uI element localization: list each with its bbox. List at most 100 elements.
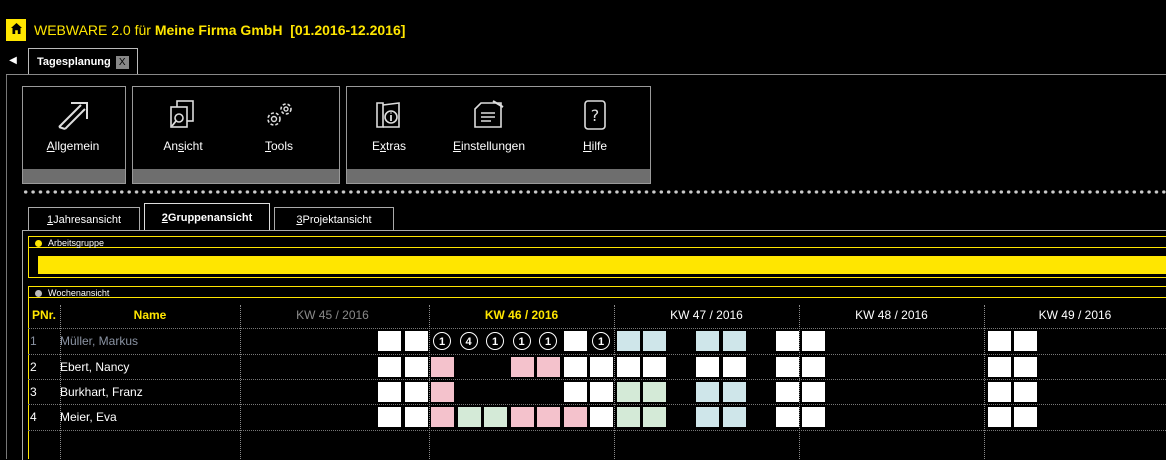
documents-icon	[170, 100, 194, 128]
day-cell[interactable]	[590, 382, 613, 402]
tab-scroll-left-button[interactable]: ◀	[6, 50, 20, 70]
day-cell[interactable]	[1014, 331, 1037, 351]
day-cell[interactable]	[431, 382, 454, 402]
row-divider	[28, 328, 1166, 329]
row-pnr: 4	[30, 410, 37, 424]
extras-button[interactable]: Extras	[349, 99, 429, 163]
header-name[interactable]: Name	[60, 305, 240, 325]
home-button[interactable]	[6, 19, 26, 41]
allgemein-button[interactable]: Allgemein	[33, 99, 113, 163]
day-cell[interactable]	[378, 357, 401, 377]
info-folder-icon	[376, 102, 400, 128]
ansicht-button[interactable]: Ansicht	[143, 99, 223, 163]
day-cell[interactable]	[431, 407, 454, 427]
day-cell[interactable]	[510, 407, 534, 427]
tab-close-button[interactable]: X	[115, 55, 129, 69]
day-cell[interactable]	[987, 407, 1011, 427]
day-cell[interactable]	[404, 331, 428, 351]
day-cell[interactable]	[987, 357, 1011, 377]
einstellungen-label: Einstellungen	[452, 139, 526, 153]
day-cell[interactable]	[1014, 407, 1037, 427]
day-cell[interactable]	[616, 382, 640, 402]
day-cell[interactable]	[563, 382, 587, 402]
day-cell[interactable]	[643, 407, 666, 427]
title-prefix: WEBWARE 2.0 für	[34, 22, 155, 38]
day-cell[interactable]	[722, 382, 746, 402]
tools-button[interactable]: Tools	[239, 99, 319, 163]
row-name: Burkhart, Franz	[60, 385, 143, 399]
day-cell[interactable]	[802, 357, 825, 377]
count-badge[interactable]: 1	[512, 332, 531, 350]
count-badge[interactable]: 1	[486, 332, 504, 350]
day-cell[interactable]	[616, 357, 640, 377]
day-cell[interactable]	[563, 331, 587, 351]
day-cell[interactable]	[404, 357, 428, 377]
day-cell[interactable]	[802, 331, 825, 351]
count-badge[interactable]: 1	[539, 332, 557, 350]
ribbon-group-extras: Extras Einstellungen ? Hilfe	[346, 86, 651, 184]
day-cell[interactable]	[616, 407, 640, 427]
day-cell[interactable]	[616, 331, 640, 351]
day-cell[interactable]	[643, 357, 666, 377]
tab-tagesplanung[interactable]: Tagesplanung X	[28, 48, 138, 75]
header-week-48: KW 48 / 2016	[855, 308, 928, 322]
day-cell[interactable]	[378, 382, 401, 402]
day-cell[interactable]	[696, 357, 719, 377]
einstellungen-button[interactable]: Einstellungen	[439, 99, 539, 163]
tab-gruppenansicht[interactable]: 2 Gruppenansicht	[144, 203, 270, 231]
day-cell[interactable]	[802, 407, 825, 427]
column-divider	[60, 305, 61, 459]
document-tab-strip: ◀ Tagesplanung X	[6, 48, 1166, 75]
day-cell[interactable]	[722, 331, 746, 351]
day-cell[interactable]	[722, 407, 746, 427]
header-week-45: KW 45 / 2016	[296, 308, 369, 322]
ribbon-group-footer	[23, 169, 125, 183]
day-cell[interactable]	[404, 407, 428, 427]
day-cell[interactable]	[775, 331, 799, 351]
extras-label: Extras	[371, 139, 407, 153]
day-cell[interactable]	[431, 357, 454, 377]
day-cell[interactable]	[802, 382, 825, 402]
day-cell[interactable]	[775, 382, 799, 402]
day-cell[interactable]	[696, 407, 719, 427]
day-cell[interactable]	[378, 331, 401, 351]
day-cell[interactable]	[404, 382, 428, 402]
day-cell[interactable]	[590, 357, 613, 377]
help-icon: ?	[584, 100, 606, 130]
count-badge[interactable]: 4	[459, 332, 478, 350]
day-cell[interactable]	[775, 407, 799, 427]
day-cell[interactable]	[510, 357, 534, 377]
tab-jahresansicht[interactable]: 1 Jahresansicht	[28, 207, 140, 231]
day-cell[interactable]	[696, 382, 719, 402]
tab-projektansicht[interactable]: 3 Projektansicht	[274, 207, 394, 231]
day-cell[interactable]	[537, 357, 560, 377]
day-cell[interactable]	[643, 331, 666, 351]
day-cell[interactable]	[775, 357, 799, 377]
count-badge[interactable]: 1	[433, 332, 451, 350]
row-name: Ebert, Nancy	[60, 360, 130, 374]
count-badge[interactable]: 1	[592, 332, 610, 350]
day-cell[interactable]	[590, 407, 613, 427]
day-cell[interactable]	[563, 357, 587, 377]
row-pnr: 2	[30, 360, 37, 374]
day-cell[interactable]	[563, 407, 587, 427]
day-cell[interactable]	[537, 407, 560, 427]
day-cell[interactable]	[643, 382, 666, 402]
arbeitsgruppe-input[interactable]	[38, 256, 1166, 274]
triangle-left-icon: ◀	[9, 54, 17, 66]
header-pnr[interactable]: PNr.	[28, 305, 60, 325]
day-cell[interactable]	[1014, 382, 1037, 402]
day-cell[interactable]	[1014, 357, 1037, 377]
day-cell[interactable]	[484, 407, 507, 427]
day-cell[interactable]	[378, 407, 401, 427]
row-name: Meier, Eva	[60, 410, 117, 424]
window-title: WEBWARE 2.0 für Meine Firma GmbH [01.201…	[34, 22, 405, 38]
hilfe-button[interactable]: ? Hilfe	[555, 99, 635, 163]
day-cell[interactable]	[457, 407, 481, 427]
day-cell[interactable]	[987, 382, 1011, 402]
ansicht-label: Ansicht	[163, 139, 203, 153]
day-cell[interactable]	[987, 331, 1011, 351]
day-cell[interactable]	[722, 357, 746, 377]
day-cell[interactable]	[696, 331, 719, 351]
tab-label: Tagesplanung	[37, 56, 111, 68]
